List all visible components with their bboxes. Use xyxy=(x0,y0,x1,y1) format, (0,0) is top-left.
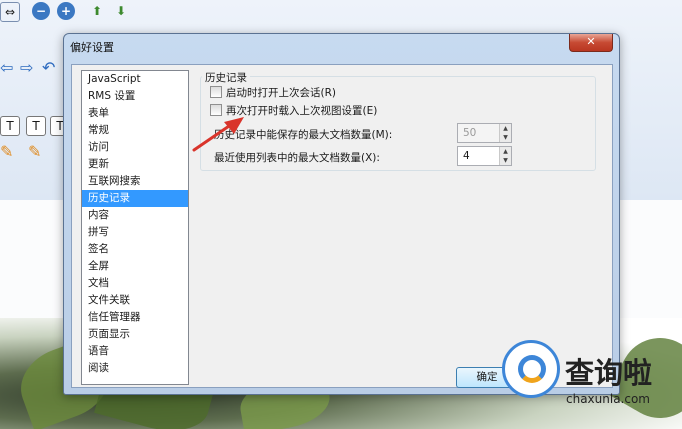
category-item[interactable]: JavaScript xyxy=(82,71,188,88)
category-item[interactable]: RMS 设置 xyxy=(82,88,188,105)
max-recent-docs-spin-buttons[interactable]: ▲ ▼ xyxy=(499,147,511,165)
zoom-in-icon[interactable]: + xyxy=(57,2,75,20)
watermark-logo xyxy=(502,340,560,398)
watermark-title: 查询啦 xyxy=(565,356,653,390)
category-item[interactable]: 内容 xyxy=(82,207,188,224)
category-item[interactable]: 阅读 xyxy=(82,360,188,377)
category-item[interactable]: 语音 xyxy=(82,343,188,360)
close-button[interactable]: ✕ xyxy=(569,34,613,52)
page-down-icon[interactable]: ⬇ xyxy=(112,2,130,20)
window-toggle-icon[interactable]: ⇔ xyxy=(0,2,20,22)
pencil-icon[interactable]: ✎ xyxy=(0,142,13,161)
max-recent-docs-spinner[interactable]: 4 ▲ ▼ xyxy=(457,146,512,166)
category-item[interactable]: 更新 xyxy=(82,156,188,173)
category-item[interactable]: 文件关联 xyxy=(82,292,188,309)
annotation-arrow-icon xyxy=(192,117,244,152)
category-item[interactable]: 签名 xyxy=(82,241,188,258)
category-item[interactable]: 全屏 xyxy=(82,258,188,275)
watermark-url: chaxunla.com xyxy=(566,392,650,406)
category-item[interactable]: 常规 xyxy=(82,122,188,139)
highlighter-icon[interactable]: ✎ xyxy=(28,142,41,161)
category-item[interactable]: 互联网搜索 xyxy=(82,173,188,190)
open-last-session-label: 启动时打开上次会话(R) xyxy=(226,86,336,99)
category-item[interactable]: 拼写 xyxy=(82,224,188,241)
zoom-out-icon[interactable]: − xyxy=(32,2,50,20)
max-saved-docs-spin-buttons[interactable]: ▲ ▼ xyxy=(499,124,511,142)
category-item[interactable]: 页面显示 xyxy=(82,326,188,343)
category-item[interactable]: 文档 xyxy=(82,275,188,292)
dialog-title: 偏好设置 xyxy=(70,41,114,54)
spin-up-icon[interactable]: ▲ xyxy=(500,124,511,133)
max-recent-docs-value: 4 xyxy=(463,150,470,162)
magnifier-q-icon xyxy=(518,355,546,383)
open-last-session-option[interactable]: 启动时打开上次会话(R) xyxy=(210,85,336,99)
open-last-session-checkbox[interactable] xyxy=(210,86,222,98)
undo-icon[interactable]: ↶ xyxy=(42,58,55,77)
category-item[interactable]: 信任管理器 xyxy=(82,309,188,326)
spin-up-icon[interactable]: ▲ xyxy=(500,147,511,156)
forward-arrow-icon[interactable]: ⇨ xyxy=(20,58,33,77)
spin-down-icon[interactable]: ▼ xyxy=(500,133,511,142)
dialog-titlebar[interactable]: 偏好设置 ✕ xyxy=(64,34,619,56)
category-item[interactable]: 表单 xyxy=(82,105,188,122)
category-item[interactable]: 访问 xyxy=(82,139,188,156)
category-item[interactable]: 历史记录 xyxy=(82,190,188,207)
page-up-icon[interactable]: ⬆ xyxy=(88,2,106,20)
spin-down-icon[interactable]: ▼ xyxy=(500,156,511,165)
category-list[interactable]: JavaScript RMS 设置 表单 常规 访问 更新 互联网搜索 历史记录 内容 拼写 签名全… xyxy=(81,70,189,385)
max-saved-docs-spinner[interactable]: 50 ▲ ▼ xyxy=(457,123,512,143)
text-tool-icon[interactable]: T xyxy=(0,116,20,136)
text-box-icon[interactable]: T xyxy=(26,116,46,136)
back-arrow-icon[interactable]: ⇦ xyxy=(0,58,13,77)
max-saved-docs-value: 50 xyxy=(463,127,477,139)
history-group-title: 历史记录 xyxy=(202,70,250,85)
